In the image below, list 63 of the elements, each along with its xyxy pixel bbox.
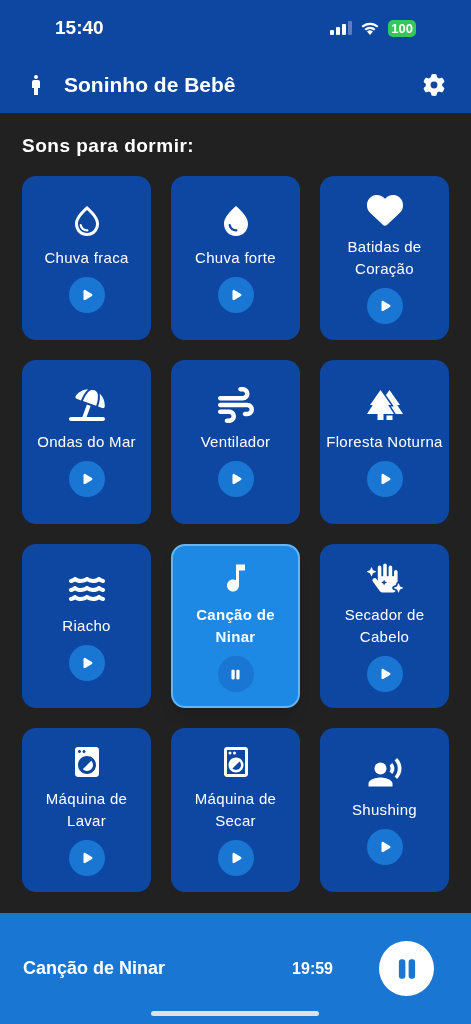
play-icon	[379, 668, 392, 680]
sound-label: Ondas do Mar	[37, 432, 136, 452]
play-button[interactable]	[68, 461, 105, 497]
play-button[interactable]	[217, 277, 254, 313]
play-icon	[81, 289, 94, 301]
sound-card[interactable]: Secador de Cabelo	[320, 544, 449, 708]
play-button[interactable]	[68, 840, 105, 876]
sound-label: Batidas de Coração	[346, 237, 423, 279]
play-icon	[379, 473, 392, 485]
play-icon	[230, 289, 243, 301]
umbrella-icon	[68, 387, 105, 423]
play-button[interactable]	[217, 840, 254, 876]
play-button[interactable]	[366, 288, 403, 324]
battery-indicator: 100	[388, 19, 416, 37]
remaining-time: 19:59	[292, 958, 333, 979]
play-icon	[81, 852, 94, 864]
pause-button[interactable]	[379, 941, 434, 996]
signal-icon	[330, 21, 353, 35]
sound-card[interactable]: Ondas do Mar	[22, 360, 151, 524]
sound-label: Floresta Noturna	[326, 432, 443, 452]
sound-card[interactable]: Máquina de Secar	[171, 728, 300, 892]
trees-icon	[366, 387, 403, 423]
sound-card[interactable]: Riacho	[22, 544, 151, 708]
play-button[interactable]	[366, 829, 403, 865]
status-time: 15:40	[55, 15, 104, 40]
heart-icon	[366, 192, 403, 228]
play-button[interactable]	[68, 277, 105, 313]
sound-card[interactable]: Chuva fraca	[22, 176, 151, 340]
sound-card[interactable]: Canção de Ninar	[171, 544, 300, 708]
play-button[interactable]	[366, 656, 403, 692]
wind-icon	[217, 387, 254, 423]
app-title: Soninho de Bebê	[64, 71, 237, 98]
settings-button[interactable]	[421, 71, 447, 98]
sound-card[interactable]: Máquina de Lavar	[22, 728, 151, 892]
pause-button[interactable]	[217, 656, 254, 692]
section-title: Sons para dormir:	[22, 134, 196, 158]
sound-card[interactable]: Floresta Noturna	[320, 360, 449, 524]
settings-icon	[423, 73, 445, 96]
play-icon	[230, 852, 243, 864]
wifi-icon	[360, 21, 381, 35]
pause-icon	[229, 667, 242, 681]
sound-label: Shushing	[352, 800, 417, 820]
sound-label: Riacho	[62, 616, 111, 636]
sound-card[interactable]: Batidas de Coração	[320, 176, 449, 340]
play-icon	[230, 473, 243, 485]
play-icon	[81, 473, 94, 485]
sound-label: Ventilador	[200, 432, 271, 452]
sound-label: Chuva fraca	[44, 248, 129, 268]
play-icon	[379, 300, 392, 312]
sound-label: Máquina de Lavar	[44, 789, 129, 831]
play-icon	[379, 841, 392, 853]
play-button[interactable]	[366, 461, 403, 497]
sound-label: Chuva forte	[195, 248, 276, 268]
sound-card[interactable]: Chuva forte	[171, 176, 300, 340]
play-button[interactable]	[217, 461, 254, 497]
sound-card[interactable]: Shushing	[320, 728, 449, 892]
sound-label: Canção de Ninar	[195, 605, 276, 647]
sound-label: Secador de Cabelo	[343, 605, 426, 647]
now-playing-title: Canção de Ninar	[23, 957, 167, 980]
play-icon	[81, 657, 94, 669]
sound-card[interactable]: Ventilador	[171, 360, 300, 524]
sound-label: Máquina de Secar	[193, 789, 278, 831]
play-button[interactable]	[68, 645, 105, 681]
